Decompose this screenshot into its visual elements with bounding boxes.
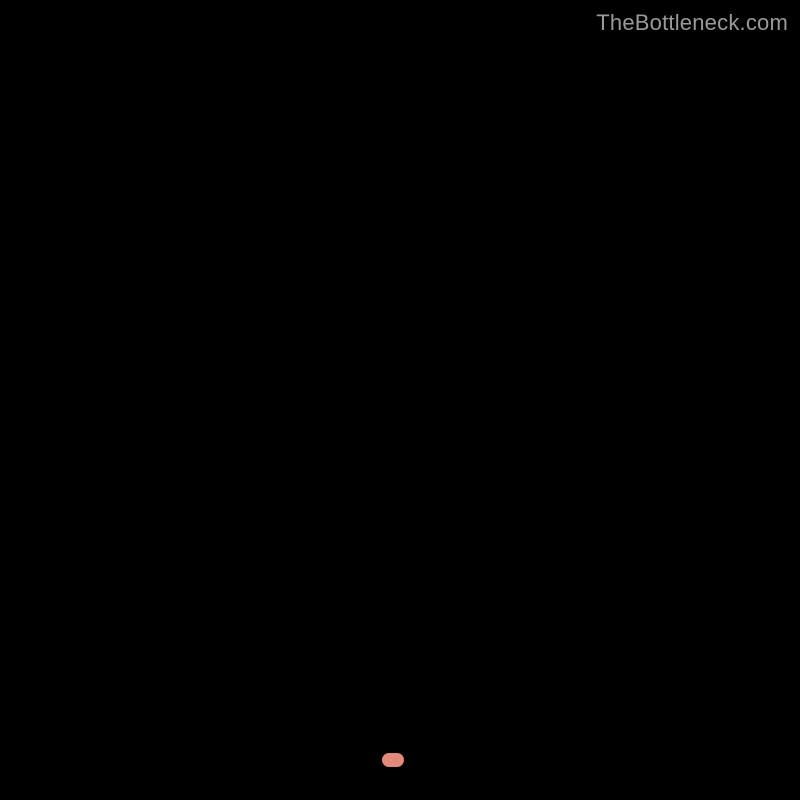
- optimal-marker: [382, 753, 404, 767]
- watermark-text: TheBottleneck.com: [596, 10, 788, 36]
- chart-frame: TheBottleneck.com: [0, 0, 800, 800]
- plot-area: [40, 40, 760, 760]
- bottleneck-curve-path: [40, 40, 760, 760]
- curve-svg: [40, 40, 760, 760]
